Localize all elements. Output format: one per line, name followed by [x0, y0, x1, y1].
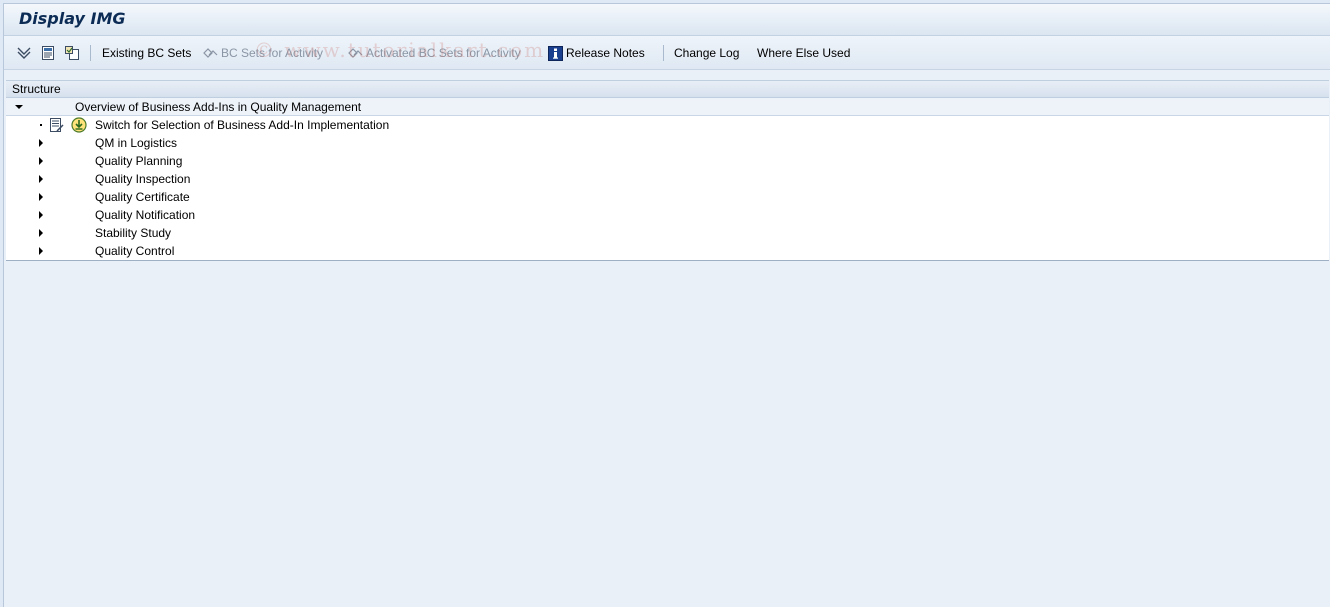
change-log-label: Change Log [674, 46, 740, 60]
set-favorite-icon[interactable] [64, 45, 80, 61]
tree-node-label: Quality Certificate [95, 190, 190, 204]
tree-node-quality-certificate[interactable]: Quality Certificate [6, 188, 1329, 206]
tree-node-label: Quality Inspection [95, 172, 191, 186]
leaf-bullet-icon [36, 116, 46, 134]
expand-icon[interactable] [36, 224, 46, 242]
documentation-icon[interactable] [40, 45, 56, 61]
bc-sets-for-activity-button[interactable]: BC Sets for Activity [202, 44, 323, 62]
activated-bc-sets-label: Activated BC Sets for Activity [366, 46, 521, 60]
tree-node-qm-in-logistics[interactable]: QM in Logistics [6, 134, 1329, 152]
application-toolbar: Existing BC Sets BC Sets for Activity Ac… [4, 36, 1330, 70]
release-notes-label: Release Notes [566, 46, 645, 60]
toolbar-separator [90, 45, 91, 61]
img-tree: Overview of Business Add-Ins in Quality … [6, 98, 1329, 261]
title-bar: Display IMG [4, 4, 1330, 36]
structure-panel: Structure Overview of Business Add-Ins i… [6, 77, 1329, 607]
where-else-used-label: Where Else Used [757, 46, 851, 60]
bc-set-icon [348, 48, 363, 58]
window-frame: Display IMG Existing BC Sets BC Sets for… [3, 3, 1330, 607]
execute-icon[interactable] [71, 117, 87, 133]
release-notes-button[interactable]: Release Notes [548, 44, 645, 62]
bc-set-icon [203, 48, 218, 58]
activated-bc-sets-button[interactable]: Activated BC Sets for Activity [347, 44, 521, 62]
tree-node-label: Stability Study [95, 226, 172, 240]
expand-icon[interactable] [36, 134, 46, 152]
tree-node-label: Overview of Business Add-Ins in Quality … [75, 100, 362, 114]
tree-node-stability-study[interactable]: Stability Study [6, 224, 1329, 242]
tree-node-label: Quality Control [95, 244, 175, 258]
expand-icon[interactable] [36, 206, 46, 224]
tree-node-activity[interactable]: Switch for Selection of Business Add-In … [6, 116, 1329, 134]
tree-root-node[interactable]: Overview of Business Add-Ins in Quality … [6, 98, 1329, 116]
existing-bc-sets-label: Existing BC Sets [102, 46, 192, 60]
expand-icon[interactable] [36, 152, 46, 170]
expand-icon[interactable] [36, 188, 46, 206]
toolbar-separator [663, 45, 664, 61]
expand-icon[interactable] [36, 170, 46, 188]
tree-node-quality-notification[interactable]: Quality Notification [6, 206, 1329, 224]
documentation-icon[interactable] [48, 117, 64, 133]
tree-node-label: QM in Logistics [95, 136, 178, 150]
tree-node-quality-control[interactable]: Quality Control [6, 242, 1329, 260]
window-title: Display IMG [19, 9, 126, 28]
info-icon [548, 45, 563, 61]
tree-node-label: Switch for Selection of Business Add-In … [95, 118, 390, 132]
change-log-button[interactable]: Change Log [674, 44, 739, 62]
bc-sets-for-activity-label: BC Sets for Activity [221, 46, 324, 60]
collapse-icon[interactable] [14, 98, 24, 116]
structure-column-header[interactable]: Structure [6, 80, 1329, 98]
tree-node-quality-inspection[interactable]: Quality Inspection [6, 170, 1329, 188]
tree-node-label: Quality Notification [95, 208, 196, 222]
where-else-used-button[interactable]: Where Else Used [757, 44, 850, 62]
tree-node-quality-planning[interactable]: Quality Planning [6, 152, 1329, 170]
expand-all-icon[interactable] [16, 45, 32, 61]
expand-icon[interactable] [36, 242, 46, 260]
existing-bc-sets-button[interactable]: Existing BC Sets [102, 44, 191, 62]
tree-node-label: Quality Planning [95, 154, 183, 168]
